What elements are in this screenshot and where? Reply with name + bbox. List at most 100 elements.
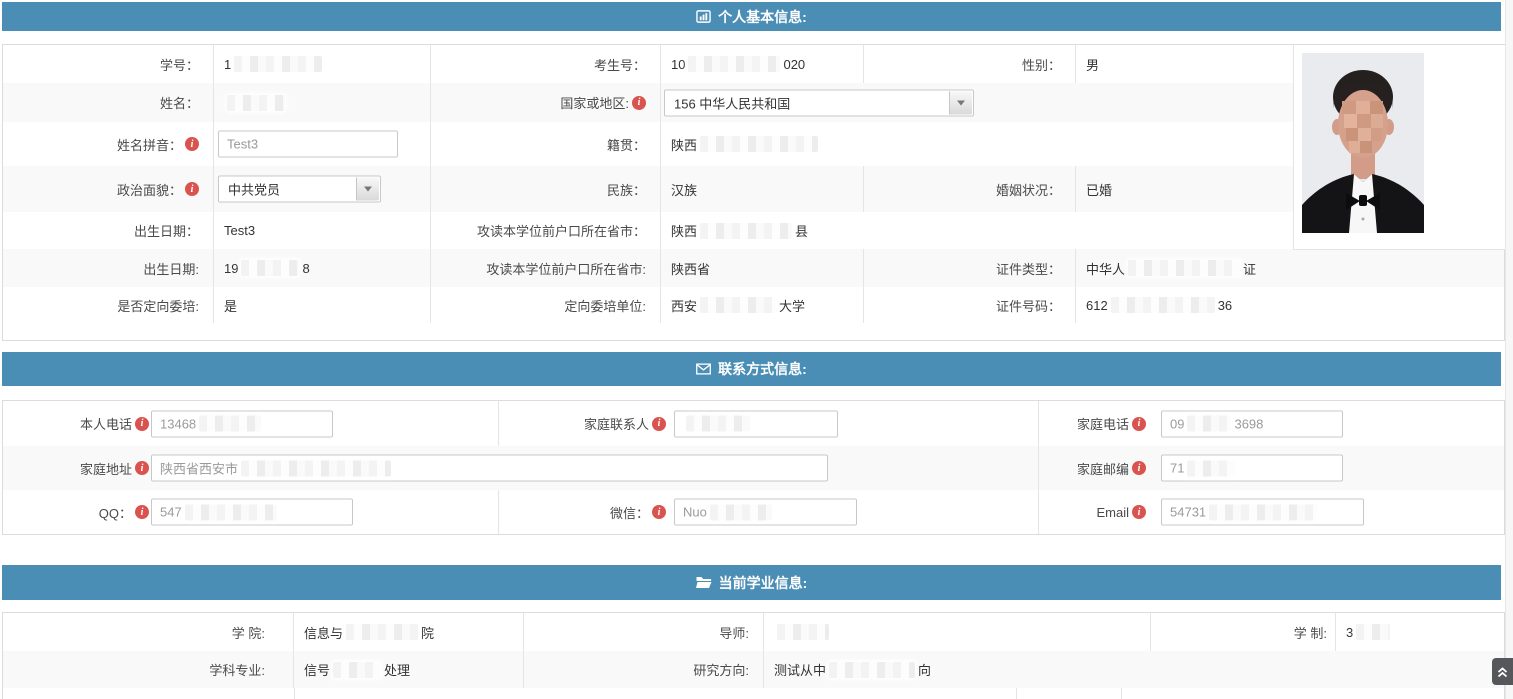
field-label: 是否定向委培: (3, 287, 214, 323)
field-value: 陕西省 (661, 249, 864, 287)
table-row: 政治面貌： 中共党员 民族： 汉族 婚姻状况： 已婚 (3, 166, 1504, 213)
field-value: Test3 (214, 212, 431, 249)
field-label: 家庭邮编 (1038, 446, 1146, 490)
field-label: 出生日期： (3, 212, 214, 249)
field-label: 婚姻状况： (864, 166, 1076, 212)
field-value: 156 中华人民共和国 (661, 83, 1293, 122)
student-info-page: 个人基本信息: 学号： 1 考生号： 10020 性别： 男 姓名： 国家或地区… (0, 0, 1513, 699)
info-icon[interactable] (652, 417, 666, 431)
redacted-blur (777, 624, 829, 640)
redacted-blur (700, 223, 792, 239)
field-label: QQ： (3, 490, 149, 534)
info-icon[interactable] (632, 96, 646, 110)
field-value (214, 83, 431, 122)
redacted-blur (700, 297, 776, 313)
redacted-blur (1187, 416, 1231, 432)
field-label: 定向委培单位: (431, 287, 661, 323)
field-label: 证件号码： (864, 287, 1076, 323)
field-label: 民族： (431, 166, 661, 212)
table-row: 家庭地址 陕西省西安市 家庭邮编 71 (3, 446, 1504, 491)
table-row: QQ： 547 微信： Nuo Email 54731 (3, 490, 1504, 534)
section-header-academic: 当前学业信息: (2, 565, 1501, 600)
family-phone-input[interactable]: 093698 (1161, 410, 1343, 437)
scroll-to-top-button[interactable] (1492, 658, 1513, 685)
country-select[interactable]: 156 中华人民共和国 (664, 89, 974, 116)
field-label: 家庭联系人 (498, 401, 666, 446)
info-icon[interactable] (185, 182, 199, 196)
scrollbar[interactable] (1505, 0, 1513, 699)
field-label: 出生日期: (3, 249, 214, 287)
field-label: 本人电话 (3, 401, 149, 446)
field-label: 研究方向: (524, 651, 764, 688)
info-icon[interactable] (135, 505, 149, 519)
field-label: 学 院: (3, 613, 294, 651)
info-icon[interactable] (185, 137, 199, 151)
chevron-down-icon[interactable] (949, 91, 972, 114)
student-photo (1302, 53, 1424, 233)
divider (294, 688, 295, 699)
divider (1121, 688, 1122, 699)
field-label: 学 制: (1151, 613, 1336, 651)
field-label: 学号： (3, 45, 214, 83)
field-value: 1 (214, 45, 431, 83)
table-row (3, 323, 1504, 340)
family-contact-input[interactable] (674, 410, 838, 437)
redacted-blur (241, 260, 299, 276)
table-row: 出生日期： Test3 攻读本学位前户口所在省市： 陕西县 (3, 212, 1504, 250)
field-label: 姓名拼音： (3, 122, 214, 166)
redacted-blur (1111, 297, 1215, 313)
info-icon[interactable] (135, 461, 149, 475)
qq-input[interactable]: 547 (151, 499, 353, 526)
address-input[interactable]: 陕西省西安市 (151, 455, 828, 482)
phone-input[interactable]: 13468 (151, 410, 333, 437)
field-value: 中共党员 (214, 166, 431, 212)
field-value: 信号处理 (294, 651, 524, 688)
info-icon[interactable] (1132, 417, 1146, 431)
political-status-select[interactable]: 中共党员 (218, 176, 381, 203)
redacted-blur (241, 460, 391, 476)
field-value: 信息与院 (294, 613, 524, 651)
field-value: 测试从中向 (764, 651, 1504, 688)
redacted-blur (1187, 460, 1235, 476)
field-label: 籍贯： (431, 122, 661, 166)
envelope-icon (696, 363, 711, 375)
redacted-blur (185, 504, 277, 520)
field-label: 考生号： (431, 45, 661, 83)
email-input[interactable]: 54731 (1161, 499, 1364, 526)
postcode-input[interactable]: 71 (1161, 455, 1343, 482)
field-value: 陕西 (661, 122, 1293, 166)
field-label: 政治面貌： (3, 166, 214, 212)
contact-info-table: 本人电话 13468 家庭联系人 家庭电话 093698 家庭地址 陕西省西安市… (2, 400, 1505, 535)
table-row: 出生日期: 198 攻读本学位前户口所在省市: 陕西省 证件类型： 中华人证 (3, 249, 1504, 288)
wechat-input[interactable]: Nuo (674, 499, 857, 526)
redacted-blur (333, 662, 381, 678)
field-value (764, 613, 1151, 651)
section-title: 联系方式信息: (718, 359, 807, 379)
double-chevron-up-icon (1496, 665, 1509, 679)
redacted-blur (700, 136, 818, 152)
redacted-blur (688, 56, 780, 72)
info-icon[interactable] (1132, 505, 1146, 519)
table-row: 本人电话 13468 家庭联系人 家庭电话 093698 (3, 401, 1504, 447)
table-row: 学 院: 信息与院 导师: 学 制: 3 (3, 613, 1504, 652)
info-icon[interactable] (135, 417, 149, 431)
pinyin-input[interactable]: Test3 (218, 131, 398, 158)
field-value: 已婚 (1076, 166, 1293, 212)
field-label: 姓名： (3, 83, 214, 122)
field-value: 3 (1336, 613, 1504, 651)
field-value: 是 (214, 287, 431, 323)
field-label: 攻读本学位前户口所在省市: (431, 249, 661, 287)
chevron-down-icon[interactable] (356, 178, 379, 201)
field-value: 汉族 (661, 166, 864, 212)
personal-info-table: 学号： 1 考生号： 10020 性别： 男 姓名： 国家或地区: 156 中华… (2, 44, 1505, 341)
info-icon[interactable] (652, 505, 666, 519)
redacted-blur (1128, 260, 1240, 276)
info-icon[interactable] (1132, 461, 1146, 475)
field-label: 证件类型： (864, 249, 1076, 287)
field-value: Test3 (214, 122, 431, 166)
field-value: 10020 (661, 45, 864, 83)
field-label: Email (1038, 490, 1146, 534)
redacted-blur (686, 416, 750, 432)
table-row: 姓名： 国家或地区: 156 中华人民共和国 (3, 83, 1504, 123)
field-label: 家庭电话 (1038, 401, 1146, 446)
